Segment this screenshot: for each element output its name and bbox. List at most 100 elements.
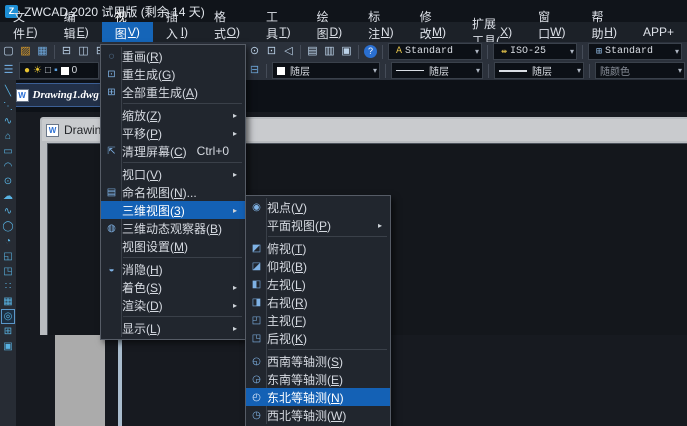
plotstyle-combo[interactable]: 随颜色 ▾ (595, 62, 685, 79)
linetype-sample (396, 70, 424, 71)
circle-icon[interactable]: ⊙ (1, 174, 15, 189)
menu-item-label: 平面视图(P) (267, 217, 378, 234)
tool-palette-icon[interactable]: ▣ (338, 43, 355, 60)
3d-views-submenu-item-sw-isometric[interactable]: ◵西南等轴测(S) (246, 352, 390, 370)
insert-block-icon[interactable]: ◱ (1, 249, 15, 264)
menu-item-label: 主视(F) (267, 312, 378, 329)
zoom-window-icon[interactable]: ⊡ (263, 43, 280, 60)
zoom-previous-icon[interactable]: ◁ (280, 43, 297, 60)
make-block-icon[interactable]: ◳ (1, 264, 15, 279)
menu-separator (268, 236, 387, 237)
zoom-realtime-icon[interactable]: ⊙ (246, 43, 263, 60)
lineweight-combo[interactable]: 随层 ▾ (494, 62, 584, 79)
3d-views-submenu-item-back-view[interactable]: ◳后视(K) (246, 329, 390, 347)
menubar-item-draw[interactable]: 绘图(D) (304, 22, 356, 42)
view-menu-item-clean-screen[interactable]: ⇱清理屏幕(C)Ctrl+0 (101, 142, 245, 160)
polyline-icon[interactable]: ∿ (1, 114, 15, 129)
view-menu-item-render[interactable]: 渲染(D)▸ (101, 296, 245, 314)
construction-line-icon[interactable]: ⋱ (1, 99, 15, 114)
line-icon[interactable]: ╲ (1, 84, 15, 99)
image-icon[interactable]: ▣ (1, 339, 15, 354)
view-menu-item-regen-all[interactable]: ⊞全部重生成(A) (101, 83, 245, 101)
document-tab-label: Drawing1.dwg* (33, 89, 105, 101)
spline-icon[interactable]: ∿ (1, 204, 15, 219)
view-menu-item-zoom[interactable]: 缩放(Z)▸ (101, 106, 245, 124)
rectangle-icon[interactable]: ▭ (1, 144, 15, 159)
menu-separator (123, 316, 242, 317)
3d-views-submenu-item-se-isometric[interactable]: ◶东南等轴测(E) (246, 370, 390, 388)
chevron-down-icon: ▾ (475, 47, 479, 56)
new-file-icon[interactable]: ▢ (0, 43, 17, 60)
menubar-item-modify[interactable]: 修改(M) (407, 22, 459, 42)
menubar-item-format[interactable]: 格式(O) (201, 22, 253, 42)
view-menu-item-redraw[interactable]: ◌重画(R) (101, 47, 245, 65)
view-menu-item-3d-views[interactable]: 三维视图(3)▸ (101, 201, 245, 219)
properties-panel-icon[interactable]: ▤ (304, 43, 321, 60)
text-style-combo[interactable]: A Standard ▾ (388, 43, 482, 60)
view-menu-item-view-settings[interactable]: 视图设置(M) (101, 237, 245, 255)
menubar-item-app-plus[interactable]: APP+ (630, 22, 687, 42)
view-menu-item-hide[interactable]: ◒消隐(H) (101, 260, 245, 278)
print-icon[interactable]: ⊟ (58, 43, 75, 60)
3d-views-submenu-item-bottom-view[interactable]: ◪仰视(B) (246, 257, 390, 275)
table-style-combo[interactable]: ⊞ Standard ▾ (588, 43, 682, 60)
linetype-combo[interactable]: 随层 ▾ (391, 62, 483, 79)
arc-icon[interactable]: ◠ (1, 159, 15, 174)
chevron-down-icon: ▾ (577, 66, 581, 75)
menubar-item-tools[interactable]: 工具(T) (253, 22, 304, 42)
menubar-item-express-tools[interactable]: 扩展工具(X) (459, 22, 525, 42)
dim-style-combo[interactable]: ⇹ ISO-25 ▾ (493, 43, 577, 60)
polygon-icon[interactable]: ⌂ (1, 129, 15, 144)
save-icon[interactable]: ▦ (34, 43, 51, 60)
view-menu-panel: ◌重画(R)⊡重生成(G)⊞全部重生成(A) 缩放(Z)▸平移(P)▸⇱清理屏幕(… (100, 44, 246, 340)
3d-views-submenu-item-ne-isometric[interactable]: ◴东北等轴测(N) (246, 388, 390, 406)
view-menu-item-pan[interactable]: 平移(P)▸ (101, 124, 245, 142)
view-menu-item-3d-orbit[interactable]: ◍三维动态观察器(B) (101, 219, 245, 237)
table-icon[interactable]: ⊞ (1, 324, 15, 339)
menu-item-shortcut: Ctrl+0 (197, 144, 229, 158)
revision-cloud-icon[interactable]: ☁ (1, 189, 15, 204)
layer-combo[interactable]: ● ☀ □ ▪ 0 (19, 62, 99, 79)
point-icon[interactable]: ∷ (1, 279, 15, 294)
layer-properties-icon[interactable]: ☰ (0, 62, 17, 79)
menu-item-label: 后视(K) (267, 330, 378, 347)
dwg-file-icon: W (16, 89, 29, 102)
print-preview-icon[interactable]: ◫ (75, 43, 92, 60)
menubar-item-window[interactable]: 窗口(W) (525, 22, 578, 42)
ellipse-arc-icon[interactable]: ◔ (1, 234, 15, 249)
menu-separator (268, 349, 387, 350)
layer-plot-icon: ▪ (54, 65, 58, 76)
menubar-item-edit[interactable]: 编辑(E) (51, 22, 102, 42)
3d-views-submenu-item-right-view[interactable]: ◨右视(R) (246, 293, 390, 311)
document-tab-drawing1[interactable]: W Drawing1.dwg* (11, 83, 114, 107)
3d-views-submenu-item-top-view[interactable]: ◩俯视(T) (246, 239, 390, 257)
menubar-item-dimension[interactable]: 标注(N) (355, 22, 407, 42)
menubar-item-insert[interactable]: 插入(I) (153, 22, 201, 42)
3d-views-submenu-item-front-view[interactable]: ◰主视(F) (246, 311, 390, 329)
view-menu-item-regen[interactable]: ⊡重生成(G) (101, 65, 245, 83)
menubar-item-view[interactable]: 视图(V) (102, 22, 153, 42)
3d-views-submenu-item-viewpoint[interactable]: ◉视点(V) (246, 198, 390, 216)
3d-views-submenu-item-left-view[interactable]: ◧左视(L) (246, 275, 390, 293)
region-icon[interactable]: ◎ (1, 309, 15, 324)
hide-icon: ◒ (101, 264, 122, 275)
open-icon[interactable]: ▨ (17, 43, 34, 60)
menu-item-label: 消隐(H) (122, 261, 233, 278)
help-icon[interactable]: ? (364, 45, 377, 58)
view-menu-item-named-views[interactable]: ▤命名视图(N)... (101, 183, 245, 201)
submenu-arrow-icon: ▸ (233, 283, 241, 292)
view-menu-item-viewports[interactable]: 视口(V)▸ (101, 165, 245, 183)
color-combo[interactable]: 随层 ▾ (272, 62, 380, 79)
view-menu-item-display[interactable]: 显示(L)▸ (101, 319, 245, 337)
3d-views-submenu-item-plan-view[interactable]: 平面视图(P)▸ (246, 216, 390, 234)
hatch-icon[interactable]: ▦ (1, 294, 15, 309)
3d-views-submenu-item-nw-isometric[interactable]: ◷西北等轴测(W) (246, 406, 390, 424)
layer-states-icon[interactable]: ⊟ (246, 62, 263, 79)
lineweight-value: 随层 (532, 63, 572, 78)
ellipse-icon[interactable]: ◯ (1, 219, 15, 234)
text-style-icon: A (393, 46, 405, 57)
view-menu-item-shade[interactable]: 着色(S)▸ (101, 278, 245, 296)
menubar-item-help[interactable]: 帮助(H) (578, 22, 630, 42)
menubar-item-file[interactable]: 文件(F) (0, 22, 51, 42)
design-center-icon[interactable]: ▥ (321, 43, 338, 60)
